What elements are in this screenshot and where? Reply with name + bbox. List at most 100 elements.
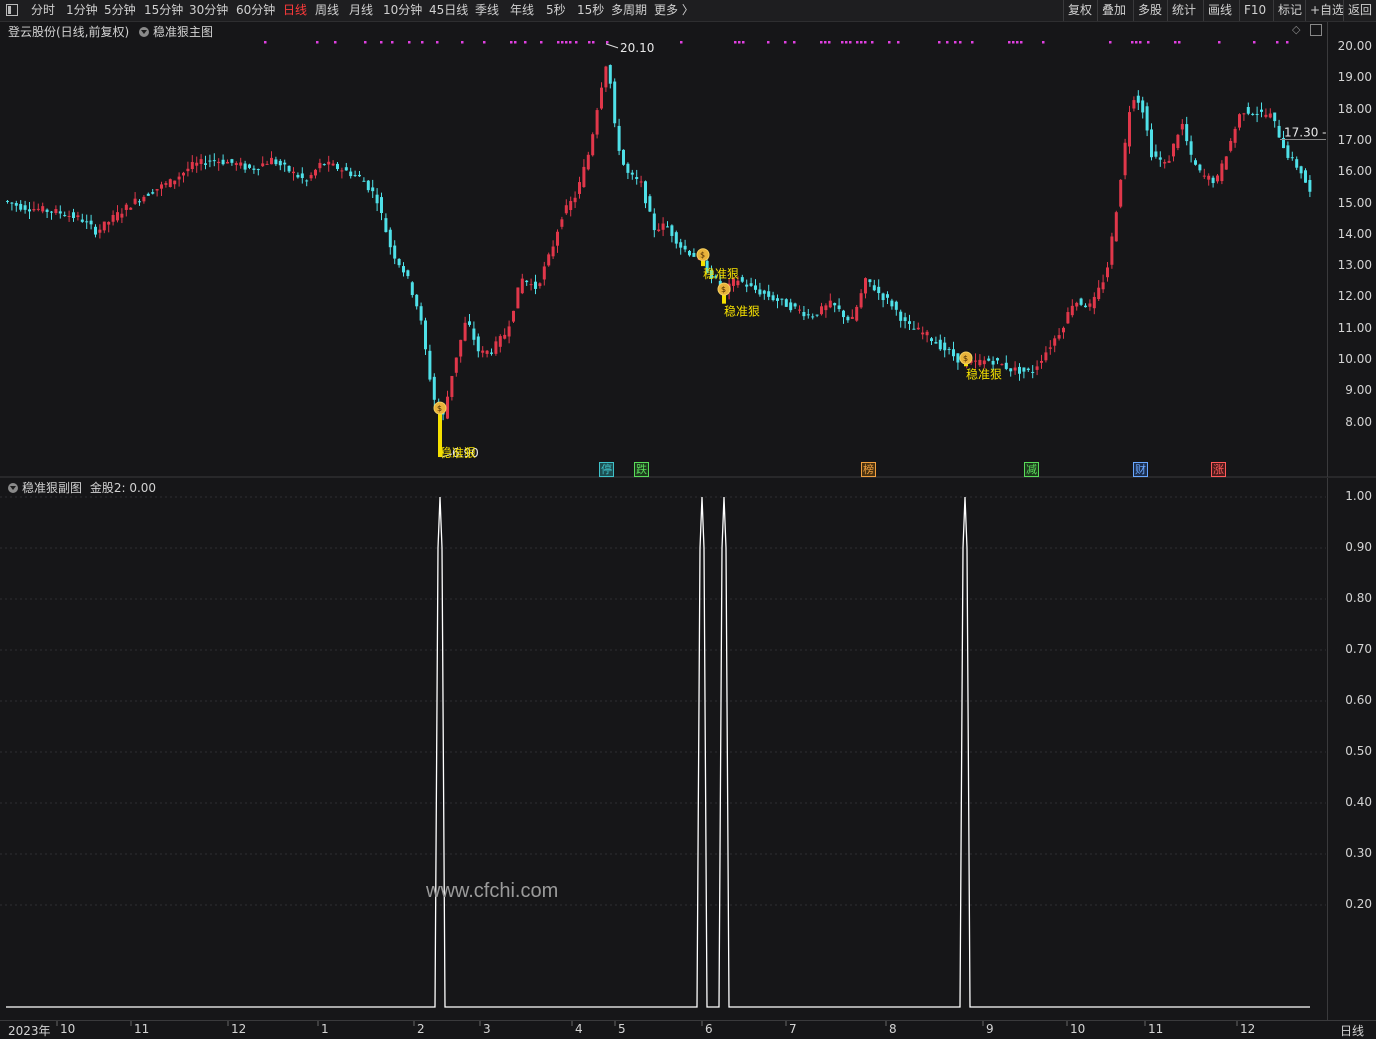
purple-signal-dot: [575, 41, 578, 44]
diamond-icon[interactable]: ◇: [1292, 23, 1300, 36]
period-tab-14[interactable]: 15秒: [577, 2, 604, 19]
candle-body: [287, 165, 291, 172]
period-tab-5[interactable]: 60分钟: [236, 2, 275, 19]
event-tag[interactable]: 榜: [861, 462, 876, 477]
chart-canvas[interactable]: 20.10 6.90 17.30 - $ 稳准狠 $ 稳准狠 $ 稳准狠 $ 稳准狠: [0, 0, 1376, 1039]
candle-body: [234, 163, 238, 166]
candle-body: [498, 336, 502, 347]
candle-body: [965, 359, 969, 363]
purple-signal-dot: [408, 41, 411, 44]
candle-body: [507, 326, 511, 337]
time-tick-label: 10: [1070, 1022, 1086, 1036]
period-tab-11[interactable]: 季线: [475, 2, 499, 19]
candle-body: [608, 65, 612, 84]
period-tab-6[interactable]: 日线: [283, 2, 307, 19]
time-tick-label: 11: [1148, 1022, 1164, 1036]
period-tab-15[interactable]: 多周期: [611, 2, 647, 19]
candle-body: [978, 359, 982, 366]
money-bag-icon: [696, 248, 710, 262]
candle-body: [177, 176, 181, 180]
candle-body: [758, 289, 762, 295]
event-tag[interactable]: 停: [599, 462, 614, 477]
period-tab-16[interactable]: 更多 〉: [654, 2, 694, 19]
candle-body: [98, 229, 102, 233]
purple-signal-dot: [391, 41, 394, 44]
candle-body: [1128, 112, 1131, 147]
candle-body: [419, 306, 423, 321]
stock-name[interactable]: 登云股份(日线,前复权): [8, 25, 129, 39]
sub-indicator-name[interactable]: 稳准狠副图: [22, 481, 82, 495]
candle-body: [1290, 157, 1294, 159]
toolbar-button-5[interactable]: F10: [1244, 2, 1266, 19]
signal-bar: [722, 291, 726, 304]
event-tag[interactable]: 跌: [634, 462, 649, 477]
period-tab-12[interactable]: 年线: [510, 2, 534, 19]
period-tab-0[interactable]: 分时: [31, 2, 55, 19]
candle-body: [974, 360, 977, 362]
period-tab-4[interactable]: 30分钟: [189, 2, 228, 19]
candle-body: [710, 270, 713, 279]
sub-tick-label: 1.00: [1345, 489, 1372, 503]
candle-body: [1260, 109, 1263, 112]
price-tick-label: 16.00: [1337, 164, 1372, 179]
toolbar-button-6[interactable]: 标记: [1278, 2, 1302, 19]
period-tab-7[interactable]: 周线: [315, 2, 339, 19]
event-tag[interactable]: 财: [1133, 462, 1148, 477]
candle-body: [428, 350, 432, 380]
high-arrow: [605, 43, 619, 49]
candle-body: [472, 328, 476, 340]
candle-body: [569, 200, 573, 211]
candle-body: [630, 172, 634, 175]
period-tab-2[interactable]: 5分钟: [104, 2, 136, 19]
period-tab-10[interactable]: 45日线: [429, 2, 468, 19]
candle-body: [776, 298, 779, 301]
candle-body: [745, 284, 749, 287]
toolbar-button-0[interactable]: 复权: [1068, 2, 1092, 19]
period-tab-9[interactable]: 10分钟: [383, 2, 422, 19]
candle-body: [1176, 134, 1180, 149]
high-price-label: 20.10: [620, 41, 654, 55]
candle-body: [1220, 163, 1224, 182]
purple-signal-dot: [820, 41, 823, 44]
period-tab-13[interactable]: 5秒: [546, 2, 566, 19]
candle-body: [1167, 160, 1171, 163]
candle-body: [771, 295, 775, 301]
period-tab-1[interactable]: 1分钟: [66, 2, 98, 19]
candle-body: [402, 266, 405, 273]
event-tag[interactable]: 涨: [1211, 462, 1226, 477]
indicator-menu-icon[interactable]: [139, 27, 150, 37]
purple-signal-dot: [849, 41, 852, 44]
toolbar-button-4[interactable]: 画线: [1208, 2, 1232, 19]
panel-layout-icon[interactable]: [1310, 24, 1322, 36]
candle-body: [881, 293, 885, 301]
price-tick-label: 17.00: [1337, 132, 1372, 147]
toolbar-button-3[interactable]: 统计: [1172, 2, 1196, 19]
candle-body: [1216, 175, 1219, 182]
purple-signal-dot: [897, 41, 900, 44]
candle-body: [582, 166, 586, 188]
candle-body: [1044, 352, 1048, 361]
event-tag[interactable]: 减: [1024, 462, 1039, 477]
toolbar-button-2[interactable]: 多股: [1138, 2, 1162, 19]
candle-body: [1299, 166, 1303, 174]
candle-body: [217, 161, 221, 164]
candle-body: [300, 173, 304, 179]
period-tab-3[interactable]: 15分钟: [144, 2, 183, 19]
sub-indicator-menu-icon[interactable]: [8, 483, 18, 493]
period-tab-8[interactable]: 月线: [349, 2, 373, 19]
main-indicator-name[interactable]: 稳准狠主图: [153, 25, 213, 39]
money-bag-glyph: $: [437, 404, 442, 413]
candle-body: [28, 209, 31, 212]
candle-body: [67, 215, 71, 217]
toolbar-button-8[interactable]: 返回: [1348, 2, 1372, 19]
candle-body: [934, 342, 938, 344]
toolbar-button-1[interactable]: 叠加: [1102, 2, 1126, 19]
period-label[interactable]: 日线: [1340, 1022, 1364, 1039]
candle-body: [542, 266, 546, 280]
sub-tick-label: 0.50: [1345, 744, 1372, 758]
purple-signal-dot: [1286, 41, 1289, 44]
toolbar-button-7[interactable]: +自选: [1310, 2, 1344, 19]
money-bag-glyph: $: [700, 251, 705, 260]
candle-body: [560, 219, 564, 227]
sidebar-toggle-icon[interactable]: [6, 2, 18, 19]
